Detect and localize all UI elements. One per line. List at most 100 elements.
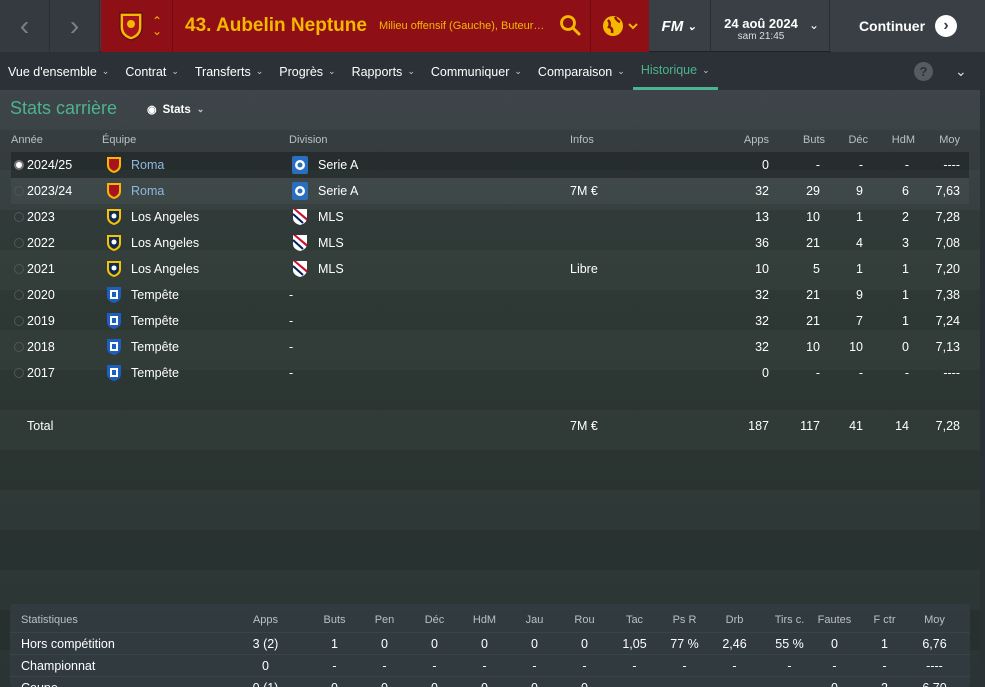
player-switch-icon[interactable]: ⌃ ⌄	[150, 15, 164, 37]
team-name[interactable]: Roma	[131, 158, 164, 172]
table-row[interactable]: 2020 Tempête - 32 21 9 1 7,38	[11, 282, 969, 308]
column-header-division[interactable]: Division	[289, 134, 328, 146]
team-name[interactable]: Roma	[131, 184, 164, 198]
tab-label: Vue d'ensemble	[8, 64, 97, 79]
stats-cell: -	[582, 659, 587, 673]
row-radio-icon[interactable]	[14, 212, 24, 222]
stats-cell: -	[662, 681, 707, 687]
stats-cell: ----	[926, 659, 943, 673]
chevron-down-icon: ⌄	[171, 66, 179, 76]
row-radio-icon[interactable]	[14, 186, 24, 196]
stats-row-label: Hors compétition	[21, 637, 115, 651]
row-radio-icon[interactable]	[14, 316, 24, 326]
stats-header-13[interactable]: F ctr	[862, 614, 907, 626]
tab-label: Progrès	[279, 64, 324, 79]
season-year: 2023	[27, 210, 55, 224]
row-radio-icon[interactable]	[14, 342, 24, 352]
stats-cell: 0	[431, 637, 438, 651]
stat-apps: 32	[755, 340, 769, 354]
stats-header-14[interactable]: Moy	[912, 614, 957, 626]
stats-header-1[interactable]: Apps	[238, 614, 293, 626]
column-header-year[interactable]: Année	[11, 134, 43, 146]
continue-label: Continuer	[858, 18, 926, 34]
table-row[interactable]: 2021 Los Angeles MLS Libre 10 5 1 1 7,20	[11, 256, 969, 282]
stat-goals: -	[815, 158, 820, 172]
chevron-down-icon: ⌄	[702, 64, 710, 75]
row-radio-icon[interactable]	[14, 160, 24, 170]
row-radio-icon[interactable]	[14, 368, 24, 378]
help-icon[interactable]: ?	[914, 62, 933, 81]
stats-header-4[interactable]: Déc	[412, 614, 457, 626]
tab-label: Contrat	[125, 64, 167, 79]
tab-0[interactable]: Vue d'ensemble ⌄	[0, 53, 117, 90]
world-button[interactable]	[590, 0, 649, 52]
stats-header-2[interactable]: Buts	[312, 614, 357, 626]
chevron-down-icon[interactable]: ⌄	[955, 63, 967, 80]
stats-cell: 2	[862, 681, 907, 687]
stat-avg: 7,63	[935, 184, 960, 198]
current-date: 24 aoû 2024	[724, 16, 798, 31]
stat-assists: 9	[856, 184, 863, 198]
club-badge-icon	[106, 234, 122, 252]
stats-header-0[interactable]: Statistiques	[21, 614, 221, 626]
stats-header-8[interactable]: Tac	[612, 614, 657, 626]
back-icon: ‹	[19, 10, 30, 41]
table-row[interactable]: 2023 Los Angeles MLS 13 10 1 2 7,28	[11, 204, 969, 230]
stats-header-12[interactable]: Fautes	[812, 614, 857, 626]
division-badge-icon	[292, 182, 308, 200]
stats-header-11[interactable]: Tirs c.	[762, 614, 817, 626]
stats-header-9[interactable]: Ps R	[662, 614, 707, 626]
stats-header-7[interactable]: Rou	[562, 614, 607, 626]
fm-logo-button[interactable]: FM ⌄	[649, 0, 709, 52]
table-row[interactable]: 2019 Tempête - 32 21 7 1 7,24	[11, 308, 969, 334]
column-header-motm[interactable]: HdM	[880, 134, 915, 146]
back-button[interactable]: ‹	[0, 0, 50, 52]
row-radio-icon[interactable]	[14, 264, 24, 274]
division-name: MLS	[318, 210, 344, 224]
stats-header-10[interactable]: Drb	[712, 614, 757, 626]
table-row[interactable]: 2018 Tempête - 32 10 10 0 7,13	[11, 334, 969, 360]
stats-header-6[interactable]: Jau	[512, 614, 557, 626]
column-header-assists[interactable]: Déc	[838, 134, 868, 146]
team-name: Tempête	[131, 366, 179, 380]
total-motm: 14	[895, 419, 909, 433]
table-row[interactable]: 2024/25 Roma Serie A 0- - - ----	[11, 152, 969, 178]
view-selector[interactable]: ◉ Stats ⌄	[147, 103, 204, 117]
forward-button[interactable]: ›	[50, 0, 100, 52]
stats-cell: 0	[312, 681, 357, 687]
stats-cell: 0	[462, 681, 507, 687]
stats-header-3[interactable]: Pen	[362, 614, 407, 626]
tab-2[interactable]: Transferts ⌄	[187, 53, 271, 90]
team-name: Tempête	[131, 314, 179, 328]
table-row[interactable]: 2017 Tempête -0- - - ----	[11, 360, 969, 386]
column-header-goals[interactable]: Buts	[790, 134, 825, 146]
stat-apps: 36	[755, 236, 769, 250]
tab-3[interactable]: Progrès ⌄	[271, 53, 343, 90]
search-icon[interactable]	[559, 14, 581, 36]
table-row[interactable]: 2022 Los Angeles MLS 36 21 4 3 7,08	[11, 230, 969, 256]
globe-icon	[603, 16, 638, 36]
stats-cell: 0	[362, 681, 407, 687]
club-crest-icon[interactable]	[118, 11, 144, 41]
column-header-team[interactable]: Équipe	[102, 134, 136, 146]
tab-1[interactable]: Contrat ⌄	[117, 53, 187, 90]
stats-cell: -	[732, 659, 737, 673]
table-row[interactable]: 2023/24 Roma Serie A 7M € 32 29 9 6 7,63	[11, 178, 969, 204]
continue-button[interactable]: Continuer ›	[831, 0, 985, 52]
tab-4[interactable]: Rapports ⌄	[344, 53, 423, 90]
tab-5[interactable]: Communiquer ⌄	[423, 53, 530, 90]
stat-goals: 21	[806, 314, 820, 328]
tab-label: Transferts	[194, 64, 251, 79]
stats-header-5[interactable]: HdM	[462, 614, 507, 626]
tab-7[interactable]: Historique ⌄	[632, 53, 718, 90]
section-title: Stats carrière	[10, 98, 118, 118]
column-header-info[interactable]: Infos	[570, 134, 594, 146]
row-radio-icon[interactable]	[14, 290, 24, 300]
tab-6[interactable]: Comparaison ⌄	[530, 53, 633, 90]
division-name: Serie A	[318, 158, 359, 172]
row-radio-icon[interactable]	[14, 238, 24, 248]
column-header-apps[interactable]: Apps	[720, 134, 769, 146]
stat-goals: 10	[806, 340, 820, 354]
date-button[interactable]: 24 aoû 2024 sam 21:45 ⌄	[710, 0, 830, 52]
column-header-avg[interactable]: Moy	[925, 134, 960, 146]
